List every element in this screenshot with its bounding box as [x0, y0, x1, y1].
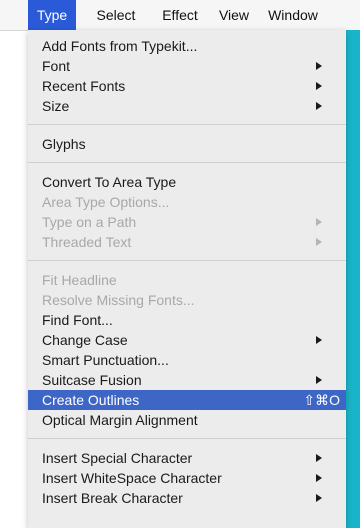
menu-item-create-outlines[interactable]: Create Outlines ⇧⌘O — [28, 390, 346, 410]
menu-item-label: Insert Special Character — [42, 450, 193, 466]
menubar-item-window[interactable]: Window — [262, 0, 324, 30]
menu-item-label: Threaded Text — [42, 234, 132, 250]
menu-item-label: Fit Headline — [42, 272, 117, 288]
menu-item-label: Find Font... — [42, 312, 113, 328]
menubar-item-view[interactable]: View — [213, 0, 255, 30]
menu-item-label: Convert To Area Type — [42, 174, 177, 190]
menu-item-fit-headline: Fit Headline — [28, 270, 346, 290]
menu-item-type-on-a-path: Type on a Path — [28, 212, 346, 232]
menu-item-resolve-missing-fonts: Resolve Missing Fonts... — [28, 290, 346, 310]
menu-item-threaded-text: Threaded Text — [28, 232, 346, 252]
menu-item-label: Area Type Options... — [42, 194, 170, 210]
menu-item-label: Recent Fonts — [42, 78, 126, 94]
submenu-arrow-icon — [316, 494, 322, 502]
menu-item-label: Smart Punctuation... — [42, 352, 169, 368]
menu-item-insert-break-character[interactable]: Insert Break Character — [28, 488, 346, 508]
menu-item-insert-special-character[interactable]: Insert Special Character — [28, 448, 346, 468]
type-menu-dropdown: Add Fonts from Typekit... Font Recent Fo… — [28, 30, 346, 528]
menu-item-glyphs[interactable]: Glyphs — [28, 134, 346, 154]
menu-item-change-case[interactable]: Change Case — [28, 330, 346, 350]
menu-item-convert-to-area-type[interactable]: Convert To Area Type — [28, 172, 346, 192]
menu-item-label: Add Fonts from Typekit... — [42, 38, 198, 54]
menu-item-add-fonts-from-typekit[interactable]: Add Fonts from Typekit... — [28, 36, 346, 56]
menu-item-insert-whitespace-character[interactable]: Insert WhiteSpace Character — [28, 468, 346, 488]
menu-item-area-type-options: Area Type Options... — [28, 192, 346, 212]
menu-item-smart-punctuation[interactable]: Smart Punctuation... — [28, 350, 346, 370]
submenu-arrow-icon — [316, 218, 322, 226]
submenu-arrow-icon — [316, 62, 322, 70]
menu-item-label: Font — [42, 58, 71, 74]
menu-item-find-font[interactable]: Find Font... — [28, 310, 346, 330]
menu-item-label: Change Case — [42, 332, 128, 348]
submenu-arrow-icon — [316, 474, 322, 482]
submenu-arrow-icon — [316, 454, 322, 462]
submenu-arrow-icon — [316, 82, 322, 90]
menu-separator — [28, 124, 346, 125]
menu-item-size[interactable]: Size — [28, 96, 346, 116]
menu-item-label: Size — [42, 98, 70, 114]
keyboard-shortcut: ⇧⌘O — [303, 392, 340, 408]
menu-separator — [28, 260, 346, 261]
menubar-item-effect[interactable]: Effect — [153, 0, 207, 30]
menu-item-label: Create Outlines — [42, 392, 140, 408]
menu-bar: Type Select Effect View Window — [0, 0, 360, 31]
submenu-arrow-icon — [316, 238, 322, 246]
menu-separator — [28, 438, 346, 439]
menu-item-label: Glyphs — [42, 136, 86, 152]
menu-item-suitcase-fusion[interactable]: Suitcase Fusion — [28, 370, 346, 390]
menubar-item-select[interactable]: Select — [86, 0, 146, 30]
submenu-arrow-icon — [316, 336, 322, 344]
menu-item-label: Insert WhiteSpace Character — [42, 470, 222, 486]
menubar-item-type[interactable]: Type — [28, 0, 76, 30]
menu-item-label: Suitcase Fusion — [42, 372, 142, 388]
submenu-arrow-icon — [316, 102, 322, 110]
menu-item-label: Optical Margin Alignment — [42, 412, 198, 428]
menu-item-label: Type on a Path — [42, 214, 137, 230]
menu-item-optical-margin-alignment[interactable]: Optical Margin Alignment — [28, 410, 346, 430]
submenu-arrow-icon — [316, 376, 322, 384]
menu-item-font[interactable]: Font — [28, 56, 346, 76]
menu-separator — [28, 162, 346, 163]
menu-item-recent-fonts[interactable]: Recent Fonts — [28, 76, 346, 96]
menu-item-label: Insert Break Character — [42, 490, 183, 506]
menu-item-label: Resolve Missing Fonts... — [42, 292, 195, 308]
